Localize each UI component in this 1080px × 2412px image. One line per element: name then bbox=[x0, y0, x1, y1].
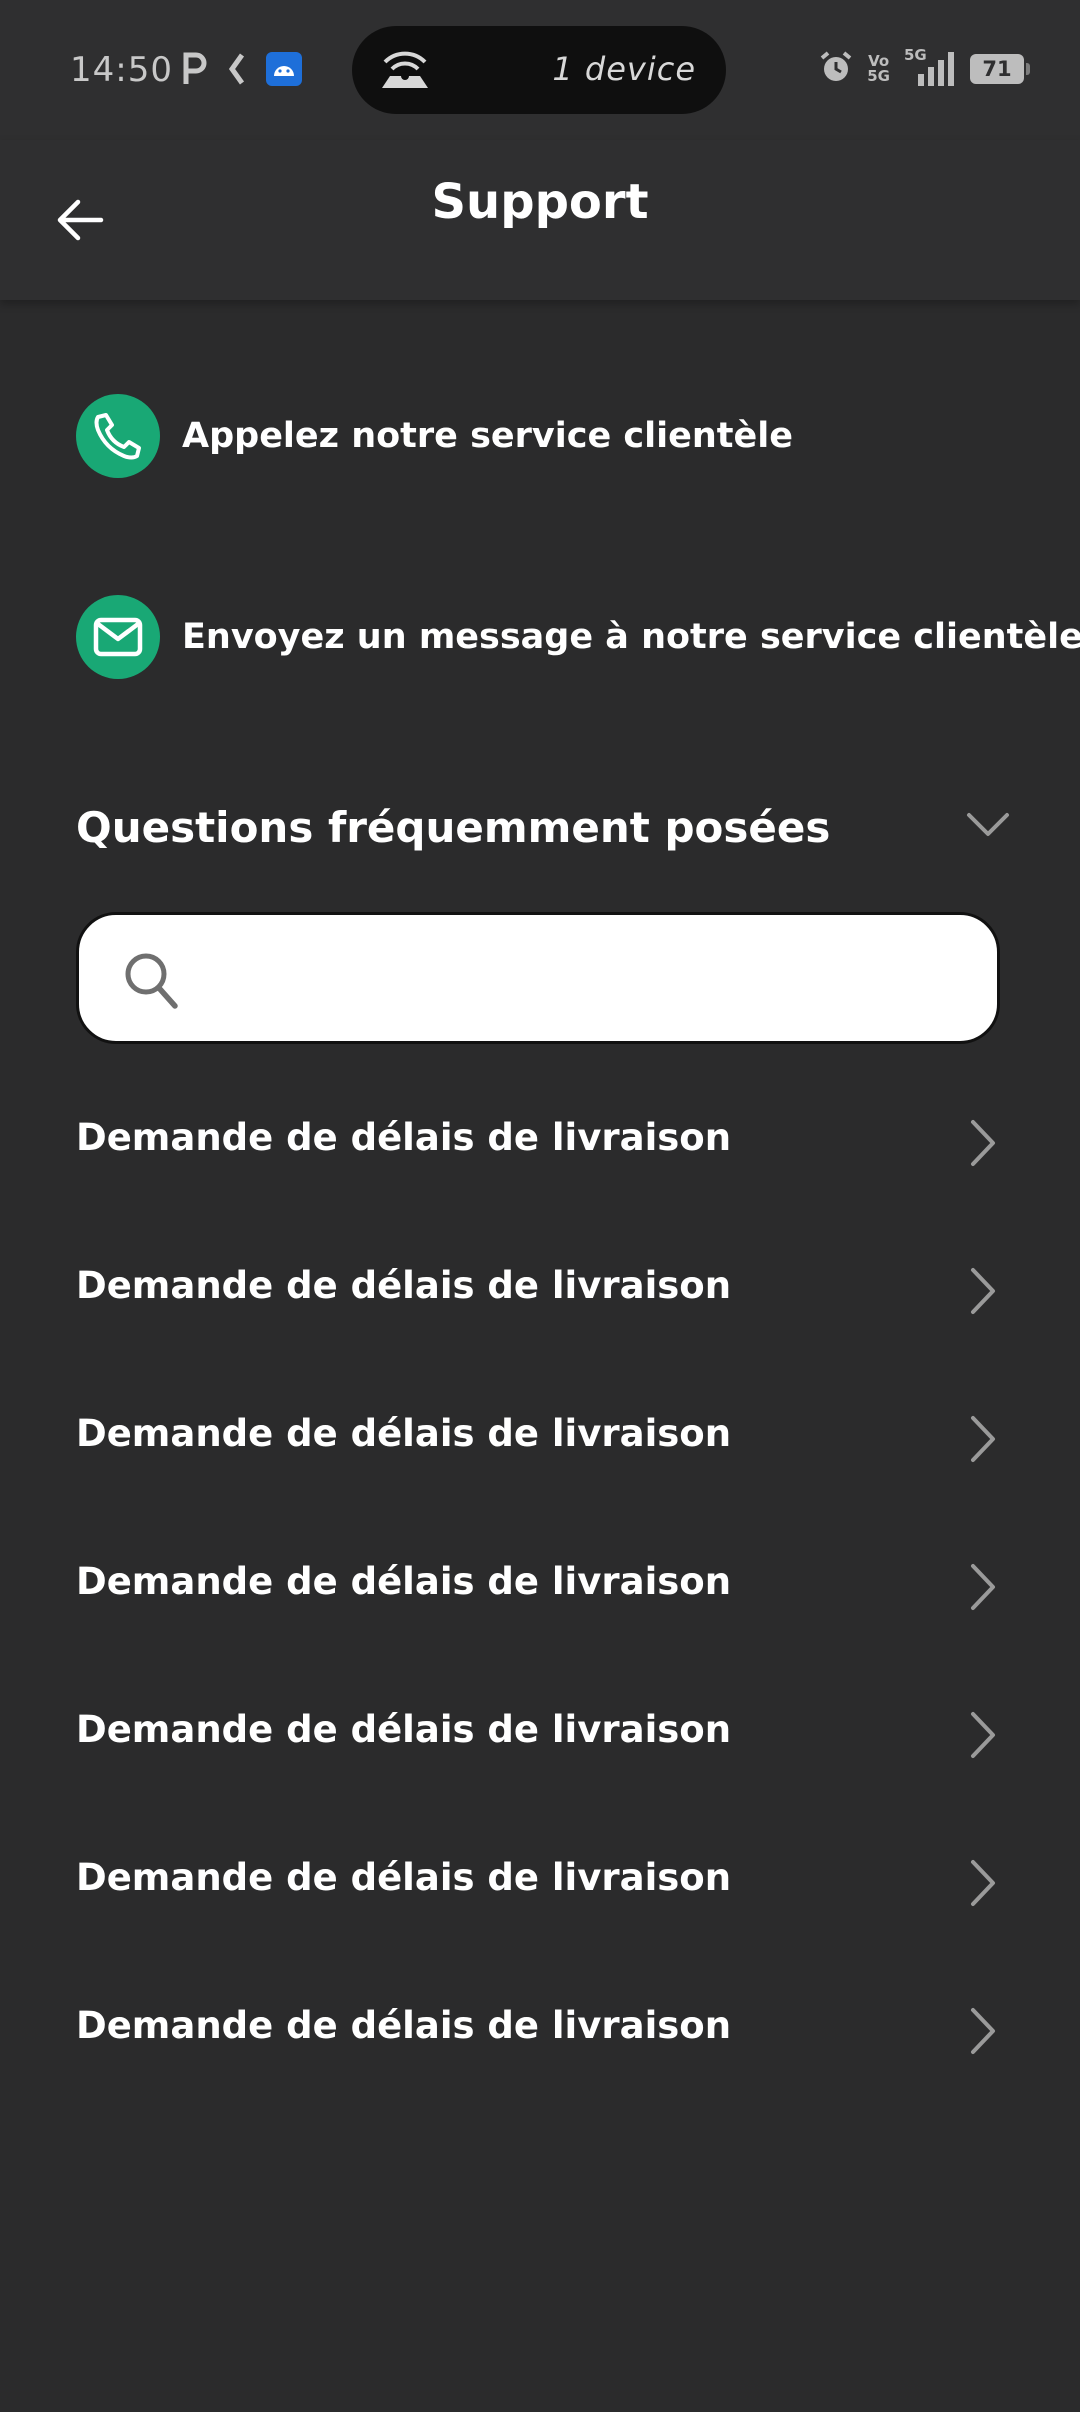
chevron-right-icon bbox=[968, 1562, 998, 1616]
chevron-right-icon bbox=[968, 1710, 998, 1764]
call-customer-service-button[interactable]: Appelez notre service clientèle bbox=[76, 394, 793, 478]
faq-item[interactable]: Demande de délais de livraison bbox=[0, 1808, 1080, 1956]
status-time: 14:50 bbox=[70, 50, 173, 90]
hotspot-icon bbox=[380, 46, 430, 94]
phone-icon bbox=[76, 394, 160, 478]
faq-item[interactable]: Demande de délais de livraison bbox=[0, 1364, 1080, 1512]
chevron-down-icon bbox=[965, 811, 1011, 843]
chevron-right-icon bbox=[968, 1414, 998, 1468]
call-label: Appelez notre service clientèle bbox=[182, 416, 794, 456]
faq-item-label: Demande de délais de livraison bbox=[76, 1116, 732, 1159]
parking-icon bbox=[182, 52, 208, 90]
faq-item[interactable]: Demande de délais de livraison bbox=[0, 1512, 1080, 1660]
faq-title: Questions fréquemment posées bbox=[76, 802, 831, 852]
app-bar: Support bbox=[0, 140, 1080, 300]
faq-item-label: Demande de délais de livraison bbox=[76, 1264, 732, 1307]
message-customer-service-button[interactable]: Envoyez un message à notre service clien… bbox=[76, 595, 1080, 679]
message-label: Envoyez un message à notre service clien… bbox=[182, 617, 1080, 657]
app-notification-icon bbox=[226, 52, 248, 90]
status-left-icons bbox=[182, 52, 302, 90]
faq-list: Demande de délais de livraison Demande d… bbox=[0, 1068, 1080, 2104]
chevron-right-icon bbox=[968, 1858, 998, 1912]
search-icon bbox=[123, 951, 179, 1015]
faq-item-label: Demande de délais de livraison bbox=[76, 1412, 732, 1455]
faq-item-label: Demande de délais de livraison bbox=[76, 2004, 732, 2047]
battery-icon: 71 bbox=[970, 54, 1030, 84]
volte-indicator: Vo 5G bbox=[867, 54, 890, 84]
status-right-icons: Vo 5G 5G 71 bbox=[819, 48, 1030, 88]
chevron-right-icon bbox=[968, 1118, 998, 1172]
hotspot-pill[interactable]: 1 device bbox=[352, 26, 726, 114]
battery-level: 71 bbox=[982, 57, 1012, 81]
mail-icon bbox=[76, 595, 160, 679]
alarm-icon bbox=[819, 50, 853, 88]
faq-item[interactable]: Demande de délais de livraison bbox=[0, 1956, 1080, 2104]
status-bar: 14:50 1 device Vo 5G 5G 71 bbox=[0, 0, 1080, 140]
faq-item-label: Demande de délais de livraison bbox=[76, 1856, 732, 1899]
android-icon bbox=[266, 52, 302, 90]
faq-item[interactable]: Demande de délais de livraison bbox=[0, 1216, 1080, 1364]
volte-label-bottom: 5G bbox=[867, 67, 890, 85]
chevron-right-icon bbox=[968, 2006, 998, 2060]
faq-search-box[interactable] bbox=[76, 912, 1000, 1044]
faq-item[interactable]: Demande de délais de livraison bbox=[0, 1068, 1080, 1216]
faq-item[interactable]: Demande de délais de livraison bbox=[0, 1660, 1080, 1808]
faq-item-label: Demande de délais de livraison bbox=[76, 1708, 732, 1751]
faq-item-label: Demande de délais de livraison bbox=[76, 1560, 732, 1603]
hotspot-text: 1 device bbox=[552, 50, 696, 88]
faq-search-input[interactable] bbox=[199, 945, 963, 1013]
signal-icon: 5G bbox=[904, 48, 956, 86]
chevron-right-icon bbox=[968, 1266, 998, 1320]
page-title: Support bbox=[431, 174, 649, 230]
faq-accordion-header[interactable]: Questions fréquemment posées bbox=[76, 795, 1011, 859]
